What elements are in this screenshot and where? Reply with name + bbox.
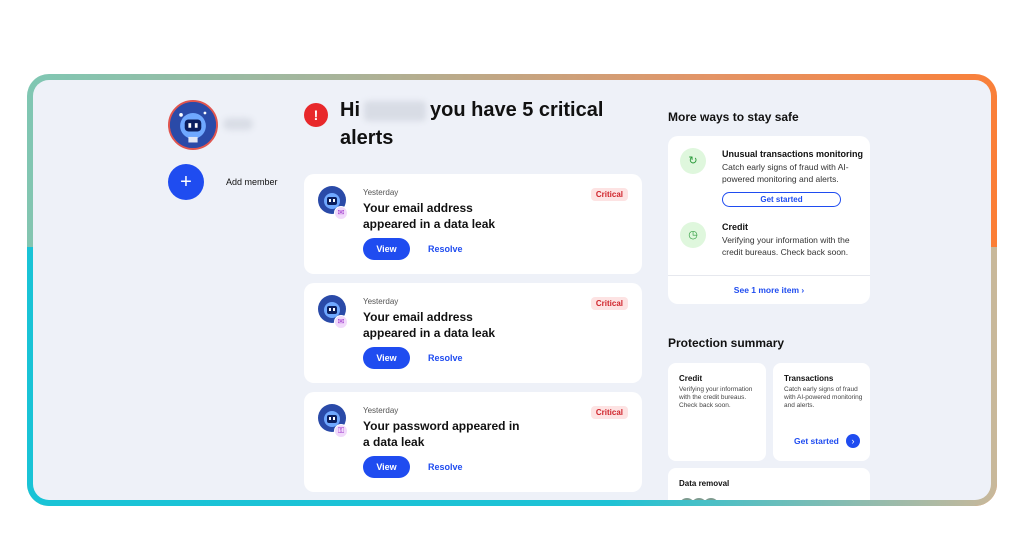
resolve-link[interactable]: Resolve [428, 353, 463, 363]
view-button[interactable]: View [363, 238, 410, 260]
card-title: Data removal [679, 479, 730, 488]
item-desc: Catch early signs of fraud with AI-power… [722, 162, 849, 184]
alert-time: Yesterday [363, 188, 399, 197]
alert-title: Your email address appeared in a data le… [363, 310, 496, 340]
alert-card[interactable]: ✉ Yesterday Your email address appeared … [304, 283, 642, 383]
alert-card[interactable]: ✉ Yesterday Your email address appeared … [304, 174, 642, 274]
more-ways-title: More ways to stay safe [668, 110, 799, 124]
greeting-prefix: Hi [340, 99, 360, 121]
critical-badge: Critical [590, 406, 628, 419]
card-desc: Catch early signs of fraud with AI-power… [784, 386, 863, 409]
alert-time: Yesterday [363, 297, 399, 306]
page-title: Hi you have 5 critical alerts [340, 96, 640, 152]
avatar[interactable] [168, 100, 218, 150]
credit-summary-card[interactable]: Credit Verifying your information with t… [668, 363, 766, 461]
greeting-line2: alerts [340, 127, 394, 149]
item-title: Unusual transactions monitoring [722, 149, 864, 159]
get-started-button[interactable]: Get started [722, 192, 841, 207]
resolve-link[interactable]: Resolve [428, 462, 463, 472]
see-more-link[interactable]: See 1 more item › [668, 285, 870, 295]
resolve-link[interactable]: Resolve [428, 244, 463, 254]
robot-avatar-icon [170, 102, 216, 148]
alert-time: Yesterday [363, 406, 399, 415]
critical-badge: Critical [590, 297, 628, 310]
alert-title: Your email address appeared in a data le… [363, 201, 496, 231]
view-button[interactable]: View [363, 456, 410, 478]
alert-card[interactable]: ⚿ Yesterday Your password appeared in a … [304, 392, 642, 492]
view-button[interactable]: View [363, 347, 410, 369]
protection-summary-title: Protection summary [668, 336, 785, 350]
greeting-suffix: you have 5 critical [430, 99, 604, 121]
device-frame: + Add member ! Hi you have 5 critical ale… [27, 74, 997, 506]
card-desc: Verifying your information with the cred… [679, 386, 753, 409]
chevron-right-icon[interactable]: › [846, 434, 860, 448]
divider [668, 275, 870, 276]
item-desc: Verifying your information with the cred… [722, 235, 850, 257]
card-title: Credit [679, 374, 703, 383]
add-member-button[interactable]: + [168, 164, 204, 200]
data-removal-card[interactable]: Data removal [668, 468, 870, 500]
gauge-icon: ◷ [680, 222, 706, 248]
refresh-money-icon: ↻ [680, 148, 706, 174]
critical-badge: Critical [590, 188, 628, 201]
item-title: Credit [722, 222, 749, 232]
more-ways-card: ↻ Unusual transactions monitoring Catch … [668, 136, 870, 304]
transactions-summary-card[interactable]: Transactions Catch early signs of fraud … [773, 363, 870, 461]
email-icon: ✉ [334, 206, 348, 220]
blurred-name [364, 100, 426, 121]
critical-alert-icon: ! [304, 103, 328, 127]
key-icon: ⚿ [334, 424, 348, 438]
alert-title: Your password appeared in a data leak [363, 419, 520, 449]
add-member-label[interactable]: Add member [226, 177, 278, 187]
get-started-link[interactable]: Get started [794, 436, 839, 446]
card-title: Transactions [784, 374, 834, 383]
data-removal-avatars [679, 498, 719, 500]
app-screen: + Add member ! Hi you have 5 critical ale… [33, 80, 991, 500]
email-icon: ✉ [334, 315, 348, 329]
blurred-user-name [223, 118, 253, 130]
